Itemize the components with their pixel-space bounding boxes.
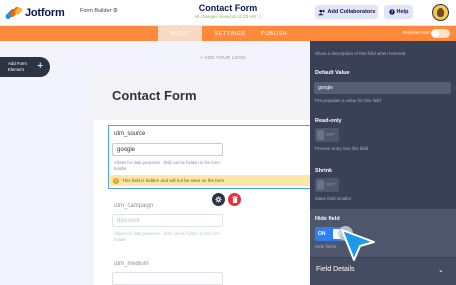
field-label-utm-campaign[interactable]: utm_campaign <box>114 203 153 209</box>
form-title[interactable]: Contact Form <box>150 3 306 13</box>
tab-settings[interactable]: SETTINGS <box>204 26 256 41</box>
readonly-label: Read-only <box>315 118 342 124</box>
readonly-toggle[interactable]: OFF <box>315 128 339 142</box>
preview-form-toggle[interactable] <box>431 29 450 38</box>
hide-field-label: Hide field <box>315 216 340 222</box>
saved-status: All changes saved at 11:03 AM ⓘ <box>194 14 262 19</box>
tab-build[interactable]: BUILD <box>158 26 202 41</box>
properties-panel: Show a description of this field when ho… <box>310 41 456 285</box>
hide-field-sub: Hide fields <box>315 244 337 249</box>
form-heading[interactable]: Contact Form <box>112 88 197 103</box>
logo-text: Jotform <box>25 7 65 19</box>
add-form-element-button[interactable]: Add Form Element + <box>0 57 50 77</box>
gear-icon <box>215 196 222 203</box>
shrink-toggle[interactable]: OFF <box>315 178 339 192</box>
builder-nav: BUILD SETTINGS PUBLISH Preview Form <box>0 26 456 41</box>
warning-icon: ! <box>113 177 119 184</box>
shrink-toggle-label: OFF <box>326 182 335 187</box>
field-label-utm-medium[interactable]: utm_medium <box>114 261 149 267</box>
delete-field-button[interactable] <box>228 193 241 206</box>
field-properties-button[interactable] <box>212 193 225 206</box>
hidden-warning-text: This field is hidden and will not be see… <box>122 178 226 183</box>
header-title-block: Contact Form All changes saved at 11:03 … <box>150 3 306 20</box>
shrink-label: Shrink <box>315 168 333 174</box>
shrink-sub: Make field smaller <box>315 196 352 201</box>
add-user-icon <box>317 9 325 15</box>
trash-icon <box>231 196 238 203</box>
svg-text:?: ? <box>390 10 393 15</box>
hover-text-sub: Show a description of this field when ho… <box>315 51 406 56</box>
form-header[interactable]: Contact Form <box>94 70 312 120</box>
top-header: Jotform Form Builder ⚙ Contact Form All … <box>0 0 456 26</box>
form-builder-label[interactable]: Form Builder ⚙ <box>80 8 118 14</box>
default-value-sub: Pre-populate a value for this field <box>315 98 381 103</box>
utm-campaign-input[interactable]: discount <box>112 214 223 227</box>
readonly-toggle-label: OFF <box>326 132 335 137</box>
add-collaborators-label: Add Collaborators <box>327 9 376 15</box>
add-form-element-label: Add Form Element <box>8 61 27 72</box>
field-details-section[interactable]: Field Details ⌄ <box>310 258 456 285</box>
cursor-arrow-icon <box>341 229 375 261</box>
user-avatar[interactable] <box>432 4 449 21</box>
add-collaborators-button[interactable]: Add Collaborators <box>315 5 378 19</box>
utm-medium-input[interactable] <box>112 272 223 285</box>
default-value-label: Default Value <box>315 70 350 76</box>
default-value-input[interactable]: google <box>314 82 451 94</box>
utm-source-input[interactable]: google <box>112 143 223 156</box>
chevron-down-icon: ⌄ <box>438 267 444 274</box>
utm-campaign-help: Allows for data purposes - field can be … <box>114 231 220 242</box>
tab-publish[interactable]: PUBLISH <box>254 26 294 41</box>
utm-source-help: Allows for data purposes - field can be … <box>114 160 220 171</box>
field-details-label: Field Details <box>316 266 355 273</box>
help-label: Help <box>396 9 409 15</box>
plus-icon: + <box>37 60 44 72</box>
preview-form-label: Preview Form <box>403 30 431 35</box>
jotform-logo[interactable]: Jotform <box>4 5 65 21</box>
add-logo-link[interactable]: + ADD YOUR LOGO <box>200 55 246 60</box>
help-icon: ? <box>388 9 395 15</box>
readonly-sub: Prevent entry into this field <box>315 146 369 151</box>
help-button[interactable]: ? Help <box>384 5 413 19</box>
field-label-utm-source[interactable]: utm_source <box>114 131 145 137</box>
jotform-logo-icon <box>4 5 24 21</box>
hide-field-toggle-label: ON <box>318 231 326 237</box>
hidden-field-warning: ! This field is hidden and will not be s… <box>110 175 312 186</box>
